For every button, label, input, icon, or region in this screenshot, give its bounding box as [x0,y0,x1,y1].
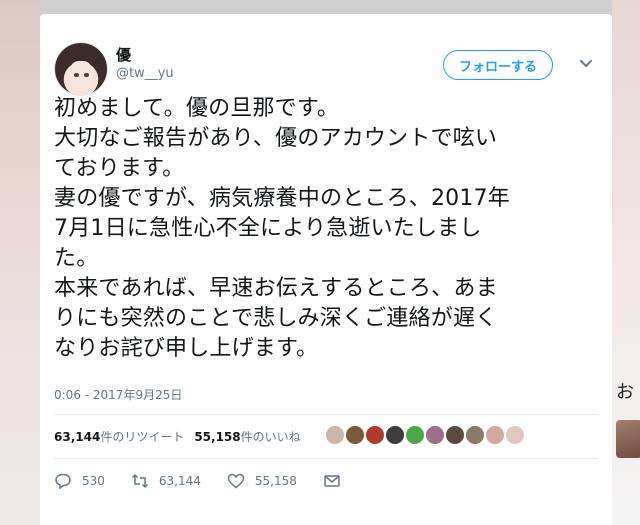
retweet-label: 件のリツイート [100,430,185,444]
retweet-stat[interactable]: 63,144件のリツイート [54,428,184,445]
liker-avatars [324,424,526,446]
chevron-down-icon[interactable] [578,58,594,70]
background-right: お [612,0,640,525]
divider [54,414,598,415]
liker-avatar[interactable] [444,424,466,446]
avatar[interactable] [54,42,108,96]
avatar-face [69,61,93,91]
like-stat[interactable]: 55,158件のいいね [194,428,300,445]
tweet-line: りにも突然のことで悲しみ深くご連絡が遅く [54,306,498,331]
retweet-button[interactable]: 63,144 [131,472,201,490]
liker-avatar[interactable] [364,424,386,446]
avatar-eye-left [74,73,79,77]
liker-avatar[interactable] [464,424,486,446]
tweet-line: 7月1日に急性心不全により急逝いたしまし [54,216,482,241]
reply-icon [55,473,71,490]
liker-avatar[interactable] [324,424,346,446]
tweet-line: 初めまして。優の旦那です。 [54,96,340,121]
liker-avatar[interactable] [484,424,506,446]
tweet-card: 優 @tw__yu フォローする 初めまして。優の旦那です。 大切なご報告があり… [40,14,612,525]
retweet-count: 63,144 [54,430,101,444]
like-count: 55,158 [194,430,241,444]
background-thumbnail [616,420,640,458]
author-handle[interactable]: @tw__yu [116,66,174,81]
dm-button[interactable] [323,472,341,490]
follow-button[interactable]: フォローする [443,50,553,80]
tweet-line: ております。 [54,156,185,181]
mail-icon [324,475,340,487]
author-name[interactable]: 優 [116,44,131,65]
tweet-line: 大切なご報告があり、優のアカウントで呟い [54,126,498,151]
avatar-eye-right [84,73,89,77]
divider [54,458,598,459]
liker-avatar[interactable] [344,424,366,446]
tweet-line: た。 [54,246,99,271]
reply-button[interactable]: 530 [54,472,105,490]
liker-avatar[interactable] [504,424,526,446]
reply-count: 530 [82,474,105,488]
tweet-timestamp[interactable]: 0:06 - 2017年9月25日 [54,386,182,403]
tweet-line: 本来であれば、早速お伝えするところ、あま [54,276,498,301]
tweet-line: 妻の優ですが、病気療養中のところ、2017年 [54,186,510,211]
liker-avatar[interactable] [384,424,406,446]
liker-avatar[interactable] [424,424,446,446]
heart-icon [227,473,245,489]
like-action-count: 55,158 [254,474,297,488]
like-button[interactable]: 55,158 [227,472,297,490]
like-label: 件のいいね [240,430,301,444]
tweet-text: 初めまして。優の旦那です。 大切なご報告があり、優のアカウントで呟い ております… [54,94,602,364]
tweet-line: なりお詫び申し上げます。 [54,336,319,361]
liker-avatar[interactable] [404,424,426,446]
retweet-icon [131,474,148,488]
retweet-action-count: 63,144 [158,474,201,488]
engagement-stats: 63,144件のリツイート 55,158件のいいね [54,428,301,445]
tweet-actions: 530 63,144 55,158 [54,472,367,490]
background-text-fragment: お [616,382,634,403]
background-left [0,0,40,525]
